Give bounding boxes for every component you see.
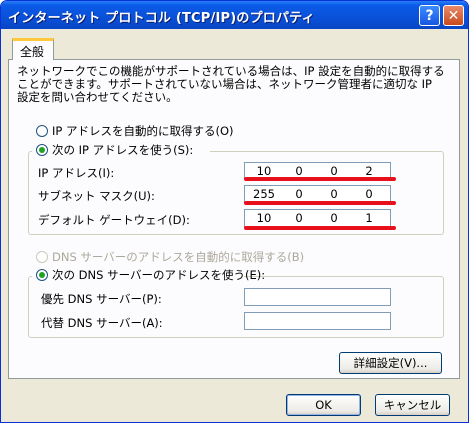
ip-address-octet-2: 0 (295, 164, 303, 178)
ip-auto-radio[interactable] (36, 125, 48, 137)
subnet-mask-octet-2: 0 (295, 187, 303, 201)
dns-manual-label[interactable]: 次の DNS サーバーのアドレスを使う(E): (52, 267, 265, 283)
title-bar[interactable]: インターネット プロトコル (TCP/IP)のプロパティ ? ✕ (1, 1, 468, 29)
preferred-dns-field[interactable] (244, 288, 391, 306)
alternate-dns-field[interactable] (244, 312, 391, 330)
ok-button[interactable]: OK (286, 394, 361, 416)
help-icon: ? (425, 8, 434, 24)
advanced-button[interactable]: 詳細設定(V)... (339, 352, 442, 374)
subnet-mask-octet-1: 255 (253, 187, 275, 201)
dns-manual-radio[interactable] (36, 269, 48, 281)
alternate-dns-label: 代替 DNS サーバー(A): (41, 316, 163, 330)
close-button[interactable]: ✕ (443, 5, 464, 26)
ip-auto-label[interactable]: IP アドレスを自動的に取得する(O) (52, 123, 234, 139)
cancel-button[interactable]: キャンセル (375, 394, 450, 416)
default-gateway-octet-2: 0 (295, 211, 303, 225)
close-icon: ✕ (447, 8, 460, 24)
ip-manual-label[interactable]: 次の IP アドレスを使う(S): (52, 142, 193, 158)
description-text: ネットワークでこの機能がサポートされている場合は、IP 設定を自動的に取得するこ… (17, 64, 445, 104)
default-gateway-field[interactable]: 10 0 0 1 (244, 209, 391, 227)
tab-general-label: 全般 (20, 45, 45, 59)
subnet-mask-octet-4: 0 (365, 187, 373, 201)
dns-auto-label[interactable]: DNS サーバーのアドレスを自動的に取得する(B) (52, 249, 304, 265)
window-title: インターネット プロトコル (TCP/IP)のプロパティ (8, 11, 315, 26)
ip-address-octet-4: 2 (365, 164, 373, 178)
dns-auto-radio[interactable] (36, 251, 48, 263)
default-gateway-octet-1: 10 (256, 211, 272, 225)
subnet-mask-octet-3: 0 (330, 187, 338, 201)
ip-address-label: IP アドレス(I): (38, 166, 115, 180)
ip-address-octet-1: 10 (256, 164, 272, 178)
default-gateway-label: デフォルト ゲートウェイ(D): (38, 213, 190, 227)
red-underline-ip-address (244, 177, 396, 181)
default-gateway-octet-4: 1 (365, 211, 373, 225)
help-button[interactable]: ? (419, 5, 440, 26)
red-underline-subnet-mask (244, 201, 396, 205)
tcpip-properties-dialog: インターネット プロトコル (TCP/IP)のプロパティ ? ✕ 全般 ネットワ… (0, 0, 469, 423)
tab-general[interactable]: 全般 (12, 38, 54, 60)
ip-manual-radio[interactable] (36, 144, 48, 156)
red-underline-default-gateway (244, 226, 396, 230)
ip-address-octet-3: 0 (330, 164, 338, 178)
preferred-dns-label: 優先 DNS サーバー(P): (41, 292, 162, 306)
subnet-mask-label: サブネット マスク(U): (38, 189, 155, 203)
default-gateway-octet-3: 0 (330, 211, 338, 225)
